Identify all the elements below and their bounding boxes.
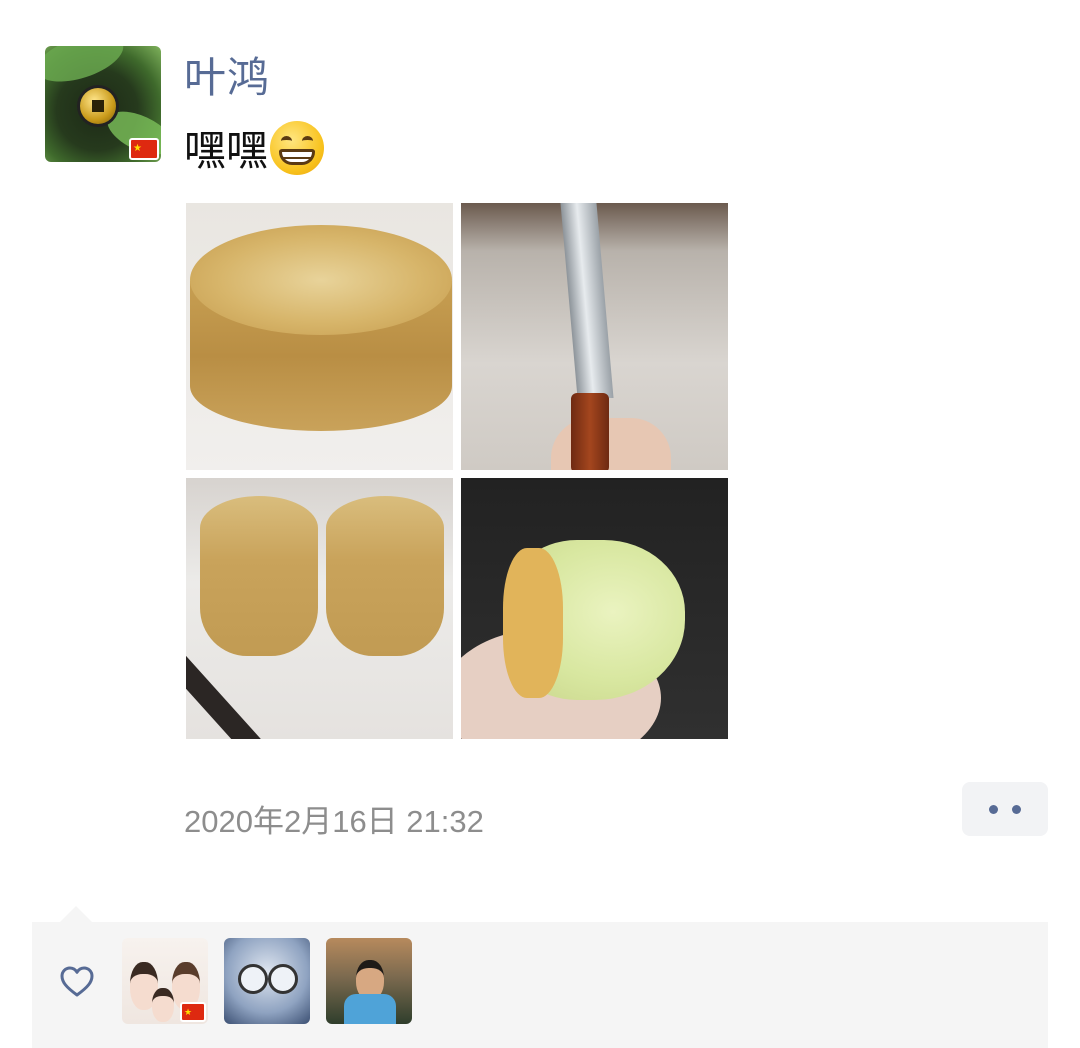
photo-grid	[186, 203, 728, 739]
post-timestamp: 2020年2月16日 21:32	[184, 804, 484, 839]
likes-panel-caret	[60, 906, 92, 922]
liker-avatar-1[interactable]: ★	[122, 938, 208, 1024]
liker-avatar-2[interactable]	[224, 938, 310, 1024]
photo-bread-knife[interactable]	[461, 203, 728, 470]
liker-avatar-3[interactable]	[326, 938, 412, 1024]
post-text-content: 嘿嘿	[184, 127, 269, 174]
china-flag-icon: ★	[129, 138, 159, 160]
more-actions-button[interactable]	[962, 782, 1048, 836]
post-text: 嘿嘿	[184, 117, 325, 178]
photo-sponge-cake-cut[interactable]	[186, 478, 453, 739]
photo-cake-piece-in-hand[interactable]	[461, 478, 728, 739]
grinning-face-emoji-icon	[270, 120, 325, 175]
author-avatar[interactable]: ★	[45, 46, 161, 162]
china-flag-icon: ★	[180, 1002, 206, 1022]
photo-sponge-cake-whole[interactable]	[186, 203, 453, 470]
avatar-coin	[80, 88, 116, 124]
avatar-leaf	[45, 46, 129, 91]
author-name[interactable]: 叶鸿	[184, 44, 270, 105]
dot-icon	[989, 804, 998, 814]
dot-icon	[1012, 804, 1021, 814]
heart-icon	[60, 966, 94, 997]
